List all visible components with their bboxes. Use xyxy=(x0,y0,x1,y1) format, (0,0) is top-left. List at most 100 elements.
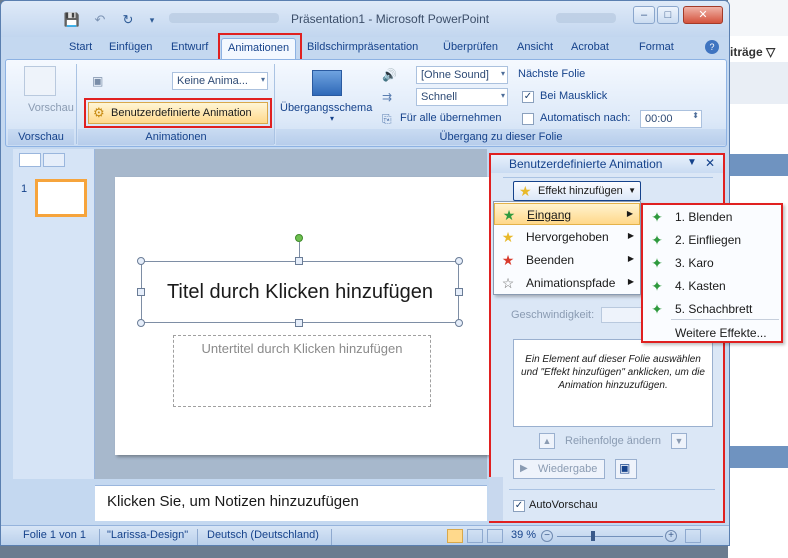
more-effects-item[interactable]: Weitere Effekte... xyxy=(643,322,781,344)
chevron-down-icon: ▼ xyxy=(628,186,636,195)
redo-icon[interactable]: ↻ xyxy=(119,11,137,29)
move-down-icon[interactable]: ▼ xyxy=(671,433,687,449)
resize-handle[interactable] xyxy=(137,319,145,327)
effect-label: 3. Karo xyxy=(675,256,714,270)
on-click-checkbox[interactable]: ✓ xyxy=(522,91,534,103)
resize-handle[interactable] xyxy=(455,288,463,296)
title-blur-right xyxy=(556,13,616,23)
zoom-level[interactable]: 39 % xyxy=(511,529,536,541)
autopreview-checkbox[interactable]: ✓ xyxy=(513,500,525,512)
task-pane-description: Ein Element auf dieser Folie auswählen u… xyxy=(521,354,705,391)
sound-select-value: [Ohne Sound] xyxy=(421,69,489,81)
autopreview-label: AutoVorschau xyxy=(529,499,598,511)
outline-tab-icon[interactable] xyxy=(43,153,65,167)
ribbon-tabs: Start Einfügen Entwurf Animationen Bilds… xyxy=(1,37,729,60)
menu-item-label: Hervorgehoben xyxy=(526,230,609,244)
transition-scheme-button[interactable]: Übergangsschema xyxy=(280,102,372,114)
task-pane-close-icon[interactable]: ✕ xyxy=(705,156,715,170)
maximize-button[interactable]: □ xyxy=(657,6,679,24)
speed-select[interactable]: Schnell ▾ xyxy=(416,88,508,106)
save-icon[interactable]: 💾 xyxy=(63,11,81,29)
transition-scheme-icon[interactable] xyxy=(312,70,342,96)
help-icon[interactable]: ? xyxy=(705,40,719,54)
effect-karo[interactable]: ✦ 3. Karo xyxy=(643,252,781,274)
tab-format[interactable]: Format xyxy=(639,41,674,53)
slide-sorter-icon[interactable] xyxy=(467,529,483,543)
resize-handle[interactable] xyxy=(137,257,145,265)
resize-handle[interactable] xyxy=(455,257,463,265)
effect-schachbrett[interactable]: ✦ 5. Schachbrett xyxy=(643,298,781,320)
resize-handle[interactable] xyxy=(455,319,463,327)
normal-view-icon[interactable] xyxy=(447,529,463,543)
submenu-arrow-icon: ▶ xyxy=(626,209,633,218)
preview-button[interactable]: Vorschau xyxy=(28,102,74,114)
effect-einfliegen[interactable]: ✦ 2. Einfliegen xyxy=(643,229,781,251)
effect-kasten[interactable]: ✦ 4. Kasten xyxy=(643,275,781,297)
status-slide-info: Folie 1 von 1 xyxy=(23,529,86,541)
slides-tab-icon[interactable] xyxy=(19,153,41,167)
reorder-label: Reihenfolge ändern xyxy=(565,435,662,447)
auto-after-checkbox[interactable] xyxy=(522,113,534,125)
red-star-icon: ★ xyxy=(501,252,515,268)
chevron-down-icon: ▾ xyxy=(330,114,335,123)
slideshow-view-icon[interactable] xyxy=(487,529,503,543)
zoom-slider[interactable] xyxy=(557,536,663,537)
move-up-icon[interactable]: ▲ xyxy=(539,433,555,449)
entrance-submenu: ✦ 1. Blenden ✦ 2. Einfliegen ✦ 3. Karo ✦… xyxy=(641,203,783,343)
slides-outline-tabs[interactable] xyxy=(15,153,75,169)
effect-blenden[interactable]: ✦ 1. Blenden xyxy=(643,206,781,228)
status-language[interactable]: Deutsch (Deutschland) xyxy=(207,529,319,541)
task-pane-menu-icon[interactable]: ▼ xyxy=(687,157,697,168)
checkerboard-effect-icon: ✦ xyxy=(651,301,663,317)
box-effect-icon: ✦ xyxy=(651,278,663,294)
auto-after-input[interactable]: 00:00 ⬍ xyxy=(640,110,702,128)
group-label-uebergang: Übergang zu dieser Folie xyxy=(276,129,726,145)
menu-item-animationspfade[interactable]: ☆ Animationspfade ▶ xyxy=(494,272,640,294)
resize-handle[interactable] xyxy=(137,288,145,296)
menu-item-beenden[interactable]: ★ Beenden ▶ xyxy=(494,249,640,271)
tab-start[interactable]: Start xyxy=(69,41,92,53)
tab-entwurf[interactable]: Entwurf xyxy=(171,41,208,53)
slide-thumbnail-number: 1 xyxy=(21,183,28,195)
status-separator xyxy=(197,529,198,545)
effect-label: 4. Kasten xyxy=(675,279,726,293)
slideshow-icon: ▣ xyxy=(619,461,631,475)
resize-handle[interactable] xyxy=(295,257,303,265)
tab-ansicht[interactable]: Ansicht xyxy=(517,41,553,53)
minimize-button[interactable]: – xyxy=(633,6,655,24)
menu-item-label: Animationspfade xyxy=(526,276,616,290)
tab-bildschirmpraesentation[interactable]: Bildschirmpräsentation xyxy=(307,41,418,53)
play-button[interactable]: ▶ Wiedergabe xyxy=(513,459,605,479)
notes-placeholder: Klicken Sie, um Notizen hinzuzufügen xyxy=(107,493,359,510)
zoom-out-icon[interactable]: − xyxy=(541,530,553,542)
rotation-handle[interactable] xyxy=(295,234,303,242)
resize-handle[interactable] xyxy=(295,319,303,327)
close-button[interactable]: ✕ xyxy=(683,6,723,24)
menu-item-label: Beenden xyxy=(526,253,575,267)
quick-access-toolbar: 💾 ↶ ↻ ▾ xyxy=(63,9,163,31)
submenu-arrow-icon: ▶ xyxy=(627,231,634,240)
tab-einfuegen[interactable]: Einfügen xyxy=(109,41,152,53)
fit-window-icon[interactable] xyxy=(685,529,701,543)
menu-item-eingang[interactable]: ★ Eingang ▶ xyxy=(494,203,640,225)
undo-icon[interactable]: ↶ xyxy=(91,11,109,29)
slideshow-button[interactable]: ▣ xyxy=(615,459,637,479)
zoom-slider-thumb[interactable] xyxy=(591,531,595,541)
zoom-in-icon[interactable]: + xyxy=(665,530,677,542)
add-effect-button[interactable]: ★ Effekt hinzufügen ▼ xyxy=(513,181,641,201)
apply-all-button[interactable]: Für alle übernehmen xyxy=(400,112,502,124)
speed-input[interactable] xyxy=(601,307,643,323)
tab-acrobat[interactable]: Acrobat xyxy=(571,41,609,53)
effect-label: 1. Blenden xyxy=(675,210,733,224)
qat-customize-icon[interactable]: ▾ xyxy=(143,11,161,29)
menu-item-hervorgehoben[interactable]: ★ Hervorgehoben ▶ xyxy=(494,226,640,248)
title-placeholder-text: Titel durch Klicken hinzufügen xyxy=(166,281,434,303)
diamond-effect-icon: ✦ xyxy=(651,255,663,271)
animate-select[interactable]: Keine Anima... ▾ xyxy=(172,72,268,90)
dropdown-arrow-icon: ▾ xyxy=(260,75,265,84)
slide-thumbnail[interactable] xyxy=(35,179,87,217)
tab-ueberpruefen[interactable]: Überprüfen xyxy=(443,41,498,53)
vertical-scrollbar[interactable] xyxy=(489,477,503,521)
sound-select[interactable]: [Ohne Sound] ▾ xyxy=(416,66,508,84)
status-bar: Folie 1 von 1 "Larissa-Design" Deutsch (… xyxy=(1,525,729,545)
